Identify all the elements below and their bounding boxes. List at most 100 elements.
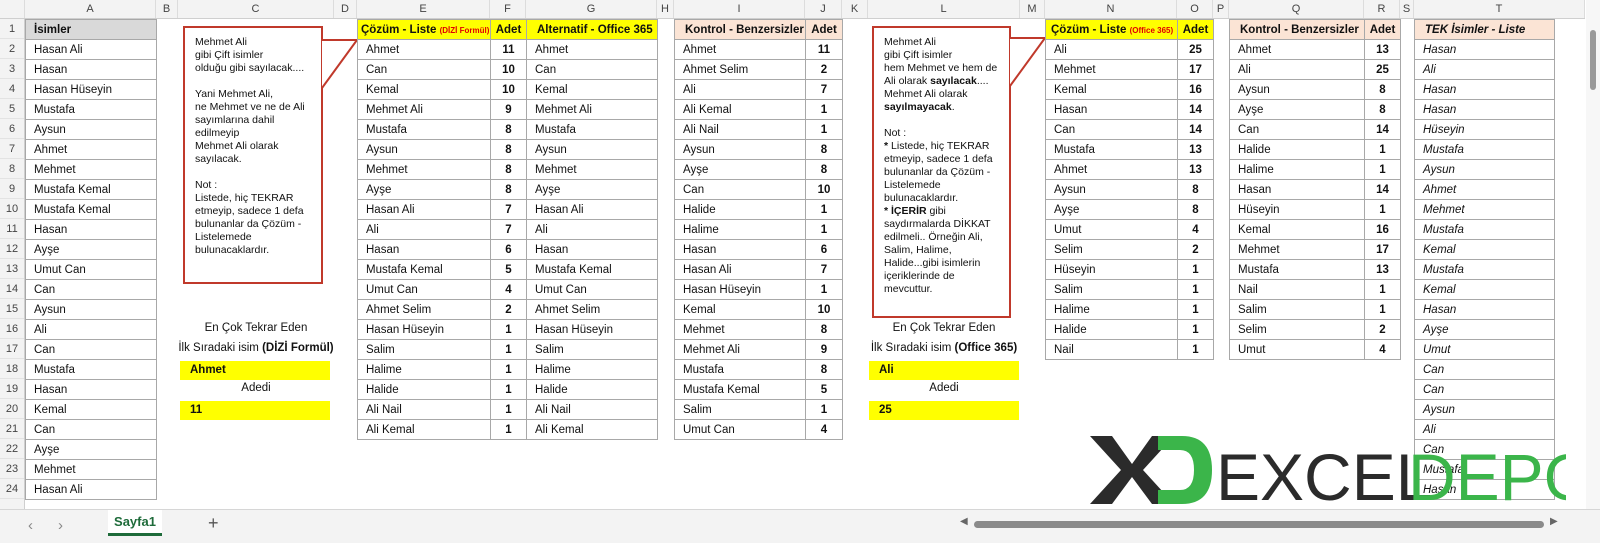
table-cell[interactable]: 11 — [490, 39, 527, 60]
table-cell[interactable]: 8 — [805, 319, 843, 340]
control-a-count-header[interactable]: Adet — [805, 19, 843, 40]
table-cell[interactable]: Ali — [357, 219, 491, 240]
table-cell[interactable]: 16 — [1177, 79, 1214, 100]
table-cell[interactable]: Mehmet — [1229, 239, 1365, 260]
list-item[interactable]: Kemal — [1414, 279, 1555, 300]
table-cell[interactable]: Mustafa — [1045, 139, 1178, 160]
list-item[interactable]: Can — [25, 279, 157, 300]
row-header[interactable]: 1 — [0, 19, 24, 39]
table-cell[interactable]: 13 — [1177, 159, 1214, 180]
table-cell[interactable]: Mustafa Kemal — [357, 259, 491, 280]
table-cell[interactable]: 10 — [490, 59, 527, 80]
table-cell[interactable]: Kemal — [526, 79, 658, 100]
table-cell[interactable]: Ahmet — [1045, 159, 1178, 180]
row-header[interactable]: 8 — [0, 159, 24, 179]
names-list-header[interactable]: İsimler — [25, 19, 157, 40]
table-cell[interactable]: Ali — [1229, 59, 1365, 80]
table-cell[interactable]: 9 — [490, 99, 527, 120]
list-item[interactable]: Kemal — [25, 399, 157, 420]
table-cell[interactable]: 1 — [1177, 319, 1214, 340]
table-cell[interactable]: Mehmet — [357, 159, 491, 180]
row-header[interactable]: 2 — [0, 39, 24, 59]
table-cell[interactable]: 1 — [1364, 159, 1401, 180]
table-cell[interactable]: Kemal — [357, 79, 491, 100]
table-cell[interactable]: 1 — [805, 399, 843, 420]
list-item[interactable]: Umut Can — [25, 259, 157, 280]
table-cell[interactable]: 14 — [1364, 119, 1401, 140]
right-count-cell[interactable]: 25 — [869, 401, 1019, 420]
col-header-r[interactable]: R — [1364, 0, 1400, 18]
table-cell[interactable]: Ali — [1045, 39, 1178, 60]
table-cell[interactable]: Salim — [1045, 279, 1178, 300]
control-a-header[interactable]: Kontrol - Benzersizler — [674, 19, 806, 40]
table-cell[interactable]: 7 — [805, 79, 843, 100]
row-header[interactable]: 3 — [0, 59, 24, 79]
list-item[interactable]: Ali — [25, 319, 157, 340]
table-cell[interactable]: Halide — [1045, 319, 1178, 340]
row-header[interactable]: 15 — [0, 299, 24, 319]
table-cell[interactable]: Ahmet — [526, 39, 658, 60]
table-cell[interactable]: Halide — [1229, 139, 1365, 160]
col-header-c[interactable]: C — [178, 0, 334, 18]
table-cell[interactable]: 1 — [490, 399, 527, 420]
table-cell[interactable]: Aysun — [674, 139, 806, 160]
row-header[interactable]: 16 — [0, 319, 24, 339]
col-header-b[interactable]: B — [156, 0, 178, 18]
table-cell[interactable]: Can — [526, 59, 658, 80]
table-cell[interactable]: Can — [357, 59, 491, 80]
table-cell[interactable]: Ahmet Selim — [357, 299, 491, 320]
table-cell[interactable]: Hasan — [357, 239, 491, 260]
table-cell[interactable]: 1 — [1364, 139, 1401, 160]
solution-array-header[interactable]: Çözüm - Liste (DİZİ Formül) — [357, 19, 491, 40]
table-cell[interactable]: 25 — [1177, 39, 1214, 60]
table-cell[interactable]: Kemal — [1229, 219, 1365, 240]
list-item[interactable]: Hasan Hüseyin — [25, 79, 157, 100]
table-cell[interactable]: Hasan Hüseyin — [674, 279, 806, 300]
table-cell[interactable]: Kemal — [1045, 79, 1178, 100]
table-cell[interactable]: 13 — [1364, 259, 1401, 280]
alternative-office365-header[interactable]: Alternatif - Office 365 — [526, 19, 658, 40]
table-cell[interactable]: Salim — [674, 399, 806, 420]
table-cell[interactable]: Ali — [526, 219, 658, 240]
list-item[interactable]: Mustafa Kemal — [25, 179, 157, 200]
table-cell[interactable]: Ahmet Selim — [674, 59, 806, 80]
list-item[interactable]: Mehmet — [25, 159, 157, 180]
select-all-corner[interactable] — [0, 0, 25, 18]
table-cell[interactable]: Ali Nail — [674, 119, 806, 140]
table-cell[interactable]: Halime — [674, 219, 806, 240]
row-header[interactable]: 5 — [0, 99, 24, 119]
table-cell[interactable]: 8 — [805, 139, 843, 160]
row-header[interactable]: 18 — [0, 359, 24, 379]
list-item[interactable]: Hasan — [1414, 39, 1555, 60]
table-cell[interactable]: Halide — [357, 379, 491, 400]
row-header[interactable]: 23 — [0, 459, 24, 479]
table-cell[interactable]: 1 — [490, 379, 527, 400]
list-item[interactable]: Aysun — [25, 119, 157, 140]
left-top-name-cell[interactable]: Ahmet — [180, 361, 330, 380]
col-header-i[interactable]: I — [674, 0, 805, 18]
table-cell[interactable]: Salim — [526, 339, 658, 360]
table-cell[interactable]: Ali — [674, 79, 806, 100]
table-cell[interactable]: Hasan Hüseyin — [526, 319, 658, 340]
table-cell[interactable]: Mustafa — [526, 119, 658, 140]
table-cell[interactable]: Hasan — [674, 239, 806, 260]
table-cell[interactable]: 1 — [1364, 279, 1401, 300]
table-cell[interactable]: 17 — [1177, 59, 1214, 80]
list-item[interactable]: Aysun — [1414, 399, 1555, 420]
table-cell[interactable]: 9 — [805, 339, 843, 360]
table-cell[interactable]: Halide — [674, 199, 806, 220]
row-header[interactable]: 12 — [0, 239, 24, 259]
col-header-n[interactable]: N — [1045, 0, 1177, 18]
table-cell[interactable]: 14 — [1364, 179, 1401, 200]
col-header-s[interactable]: S — [1400, 0, 1414, 18]
table-cell[interactable]: 6 — [805, 239, 843, 260]
row-header[interactable]: 24 — [0, 479, 24, 499]
row-header[interactable]: 21 — [0, 419, 24, 439]
table-cell[interactable]: Selim — [1229, 319, 1365, 340]
chevron-left-icon[interactable]: ‹ — [28, 517, 33, 534]
table-cell[interactable]: Ahmet Selim — [526, 299, 658, 320]
list-item[interactable]: Hasan — [1414, 79, 1555, 100]
unique-names-header[interactable]: TEK İsimler - Liste — [1414, 19, 1555, 40]
table-cell[interactable]: Ayşe — [1229, 99, 1365, 120]
table-cell[interactable]: 17 — [1364, 239, 1401, 260]
